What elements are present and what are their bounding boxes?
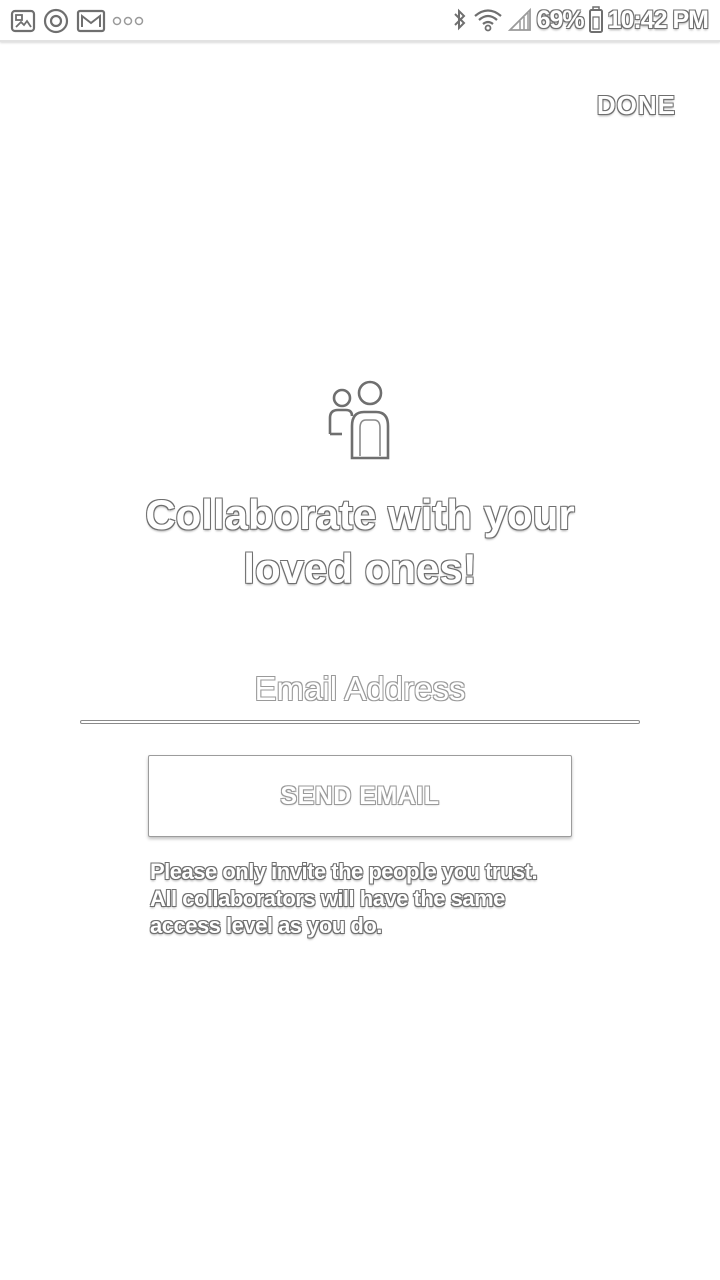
headline-line-1: Collaborate with your [145, 491, 575, 538]
headline-line-2: loved ones! [243, 545, 477, 592]
status-system: 69% 10:42 PM [451, 5, 709, 34]
image-notification-icon [10, 9, 36, 33]
disclaimer-line-1: Please only invite the people you trust. [150, 859, 538, 884]
gmail-notification-icon [76, 8, 106, 34]
send-email-button[interactable]: SEND EMAIL [148, 755, 572, 837]
headline: Collaborate with your loved ones! [80, 488, 640, 596]
email-underline [80, 720, 640, 724]
disclaimer-line-2: All collaborators will have the same [150, 886, 505, 911]
signal-icon [507, 7, 533, 33]
disclaimer-line-3: access level as you do. [150, 913, 382, 938]
people-icon [322, 376, 396, 464]
battery-icon [588, 6, 604, 34]
wifi-icon [473, 7, 503, 33]
more-notifications-icon [112, 15, 144, 27]
done-button[interactable]: DONE [597, 90, 676, 121]
status-bar: 69% 10:42 PM [0, 0, 720, 42]
status-notifications [10, 8, 144, 34]
status-time: 10:42 PM [607, 5, 709, 34]
email-field [80, 662, 640, 724]
bluetooth-icon [451, 7, 469, 33]
disclaimer-text: Please only invite the people you trust.… [150, 858, 580, 939]
target-notification-icon [42, 7, 70, 35]
battery-percent: 69% [536, 5, 585, 34]
email-input[interactable] [80, 662, 640, 716]
